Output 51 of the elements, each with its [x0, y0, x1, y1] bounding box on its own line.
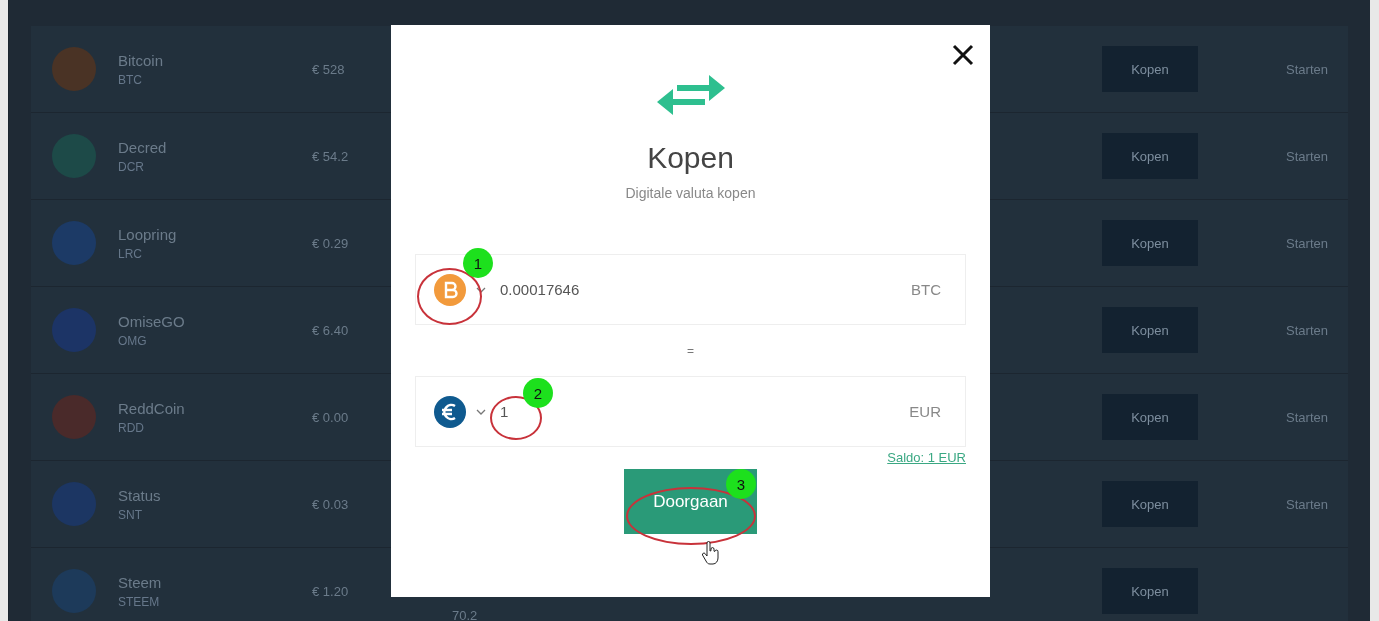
coin-price: € 0.00 [312, 409, 350, 425]
currency-code: EUR [909, 403, 941, 420]
buy-button[interactable]: Kopen [1102, 46, 1198, 92]
amount-value: 1 [500, 403, 510, 420]
coin-name: Steem [118, 573, 163, 591]
coin-symbol: STEEM [118, 594, 161, 609]
bitcoin-icon [434, 273, 466, 306]
coin-symbol: DCR [118, 159, 145, 174]
buy-button[interactable]: Kopen [1102, 133, 1198, 179]
action-link[interactable]: Starten [1198, 409, 1348, 425]
coin-price: € 528 [312, 61, 346, 77]
buy-button[interactable]: Kopen [1102, 307, 1198, 353]
coin-symbol: OMG [118, 333, 148, 348]
coin-name: OmiseGO [118, 312, 186, 330]
coin-price: € 1.20 [312, 583, 350, 599]
coin-price: € 0.29 [312, 235, 350, 251]
action-link[interactable]: Starten [1198, 61, 1348, 77]
chevron-down-icon[interactable] [476, 286, 486, 293]
action-link[interactable]: Starten [1198, 235, 1348, 251]
coin-name: Bitcoin [118, 51, 165, 69]
action-link[interactable]: Starten [1198, 496, 1348, 512]
coin-symbol: SNT [118, 507, 143, 522]
equals-sign: = [687, 342, 694, 360]
coin-name: Decred [118, 138, 168, 156]
coin-price: € 6.40 [312, 322, 350, 338]
coin-symbol: LRC [118, 246, 143, 261]
action-link[interactable]: Starten [1198, 322, 1348, 338]
action-link[interactable]: Starten [1198, 148, 1348, 164]
step-badge: 2 [523, 378, 553, 408]
dialog-title: Kopen [647, 141, 734, 175]
coin-symbol: RDD [118, 420, 145, 435]
coin-name: Status [118, 486, 162, 504]
balance-link[interactable]: Saldo: 1 EUR [887, 450, 966, 465]
euro-icon [434, 395, 466, 428]
coin-name: Loopring [118, 225, 178, 243]
currency-code: BTC [911, 281, 941, 298]
dialog-subtitle: Digitale valuta kopen [625, 185, 756, 201]
coin-price: € 54.2 [312, 148, 350, 164]
buy-button[interactable]: Kopen [1102, 394, 1198, 440]
coin-symbol: BTC [118, 72, 143, 87]
coin-change: 70.2 [452, 608, 478, 621]
buy-button[interactable]: Kopen [1102, 220, 1198, 266]
close-icon[interactable] [951, 43, 975, 67]
buy-button[interactable]: Kopen [1102, 481, 1198, 527]
coin-price: € 0.03 [312, 496, 350, 512]
chevron-down-icon[interactable] [476, 408, 486, 415]
coin-name: ReddCoin [118, 399, 186, 417]
hand-cursor-icon [701, 541, 719, 565]
amount-value: 0.00017646 [500, 281, 581, 298]
buy-button[interactable]: Kopen [1102, 568, 1198, 614]
step-badge: 1 [463, 248, 493, 278]
